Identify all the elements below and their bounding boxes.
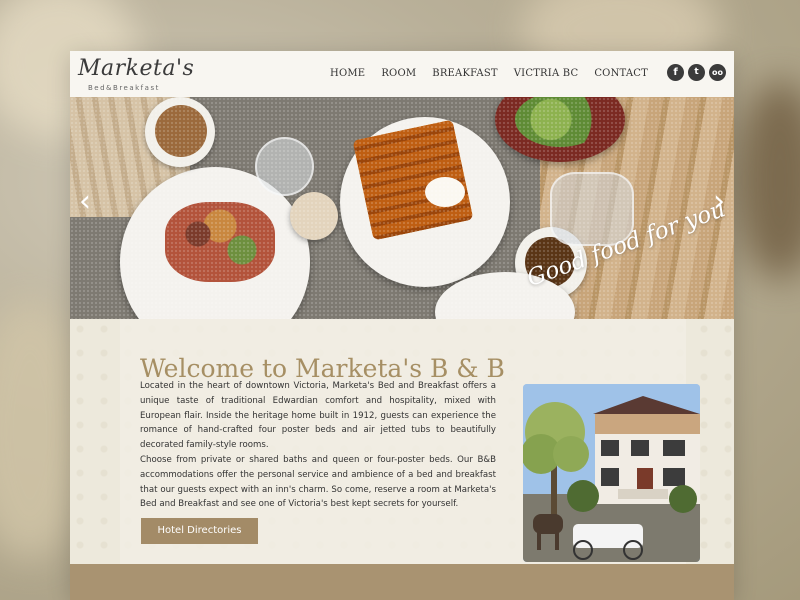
website-frame: Marketa's Bed&Breakfast HOME ROOM BREAKF…: [70, 51, 734, 600]
footer-band: [70, 564, 734, 600]
tripadvisor-icon[interactable]: oo: [709, 64, 726, 81]
main-content: Welcome to Marketa's B & B Located in th…: [70, 319, 734, 564]
house-photo-illustration: [523, 384, 700, 562]
facebook-icon[interactable]: f: [667, 64, 684, 81]
hero-slider: Good food for you ‹ ›: [70, 97, 734, 319]
slider-prev-arrow[interactable]: ‹: [74, 185, 96, 219]
twitter-icon[interactable]: t: [688, 64, 705, 81]
background-blur: [735, 80, 800, 280]
house-photo: [523, 384, 700, 562]
intro-text: Located in the heart of downtown Victori…: [140, 379, 496, 512]
main-nav: HOME ROOM BREAKFAST VICTRIA BC CONTACT: [322, 68, 656, 79]
hotel-directories-button[interactable]: Hotel Directories: [141, 518, 258, 544]
hero-texture: [70, 97, 734, 319]
nav-item-home[interactable]: HOME: [322, 68, 373, 79]
slider-next-arrow[interactable]: ›: [708, 185, 730, 219]
intro-paragraph: Located in the heart of downtown Victori…: [140, 381, 496, 451]
logo[interactable]: Marketa's Bed&Breakfast: [78, 56, 194, 96]
intro-paragraph: Choose from private or shared baths and …: [140, 454, 496, 510]
social-links: f t oo: [667, 64, 726, 81]
site-header: Marketa's Bed&Breakfast HOME ROOM BREAKF…: [70, 51, 734, 97]
logo-title: Marketa's: [78, 56, 195, 81]
nav-item-room[interactable]: ROOM: [373, 68, 424, 79]
nav-item-victoria-bc[interactable]: VICTRIA BC: [506, 68, 587, 79]
nav-item-contact[interactable]: CONTACT: [586, 68, 656, 79]
nav-item-breakfast[interactable]: BREAKFAST: [424, 68, 505, 79]
logo-subtitle: Bed&Breakfast: [88, 84, 160, 92]
